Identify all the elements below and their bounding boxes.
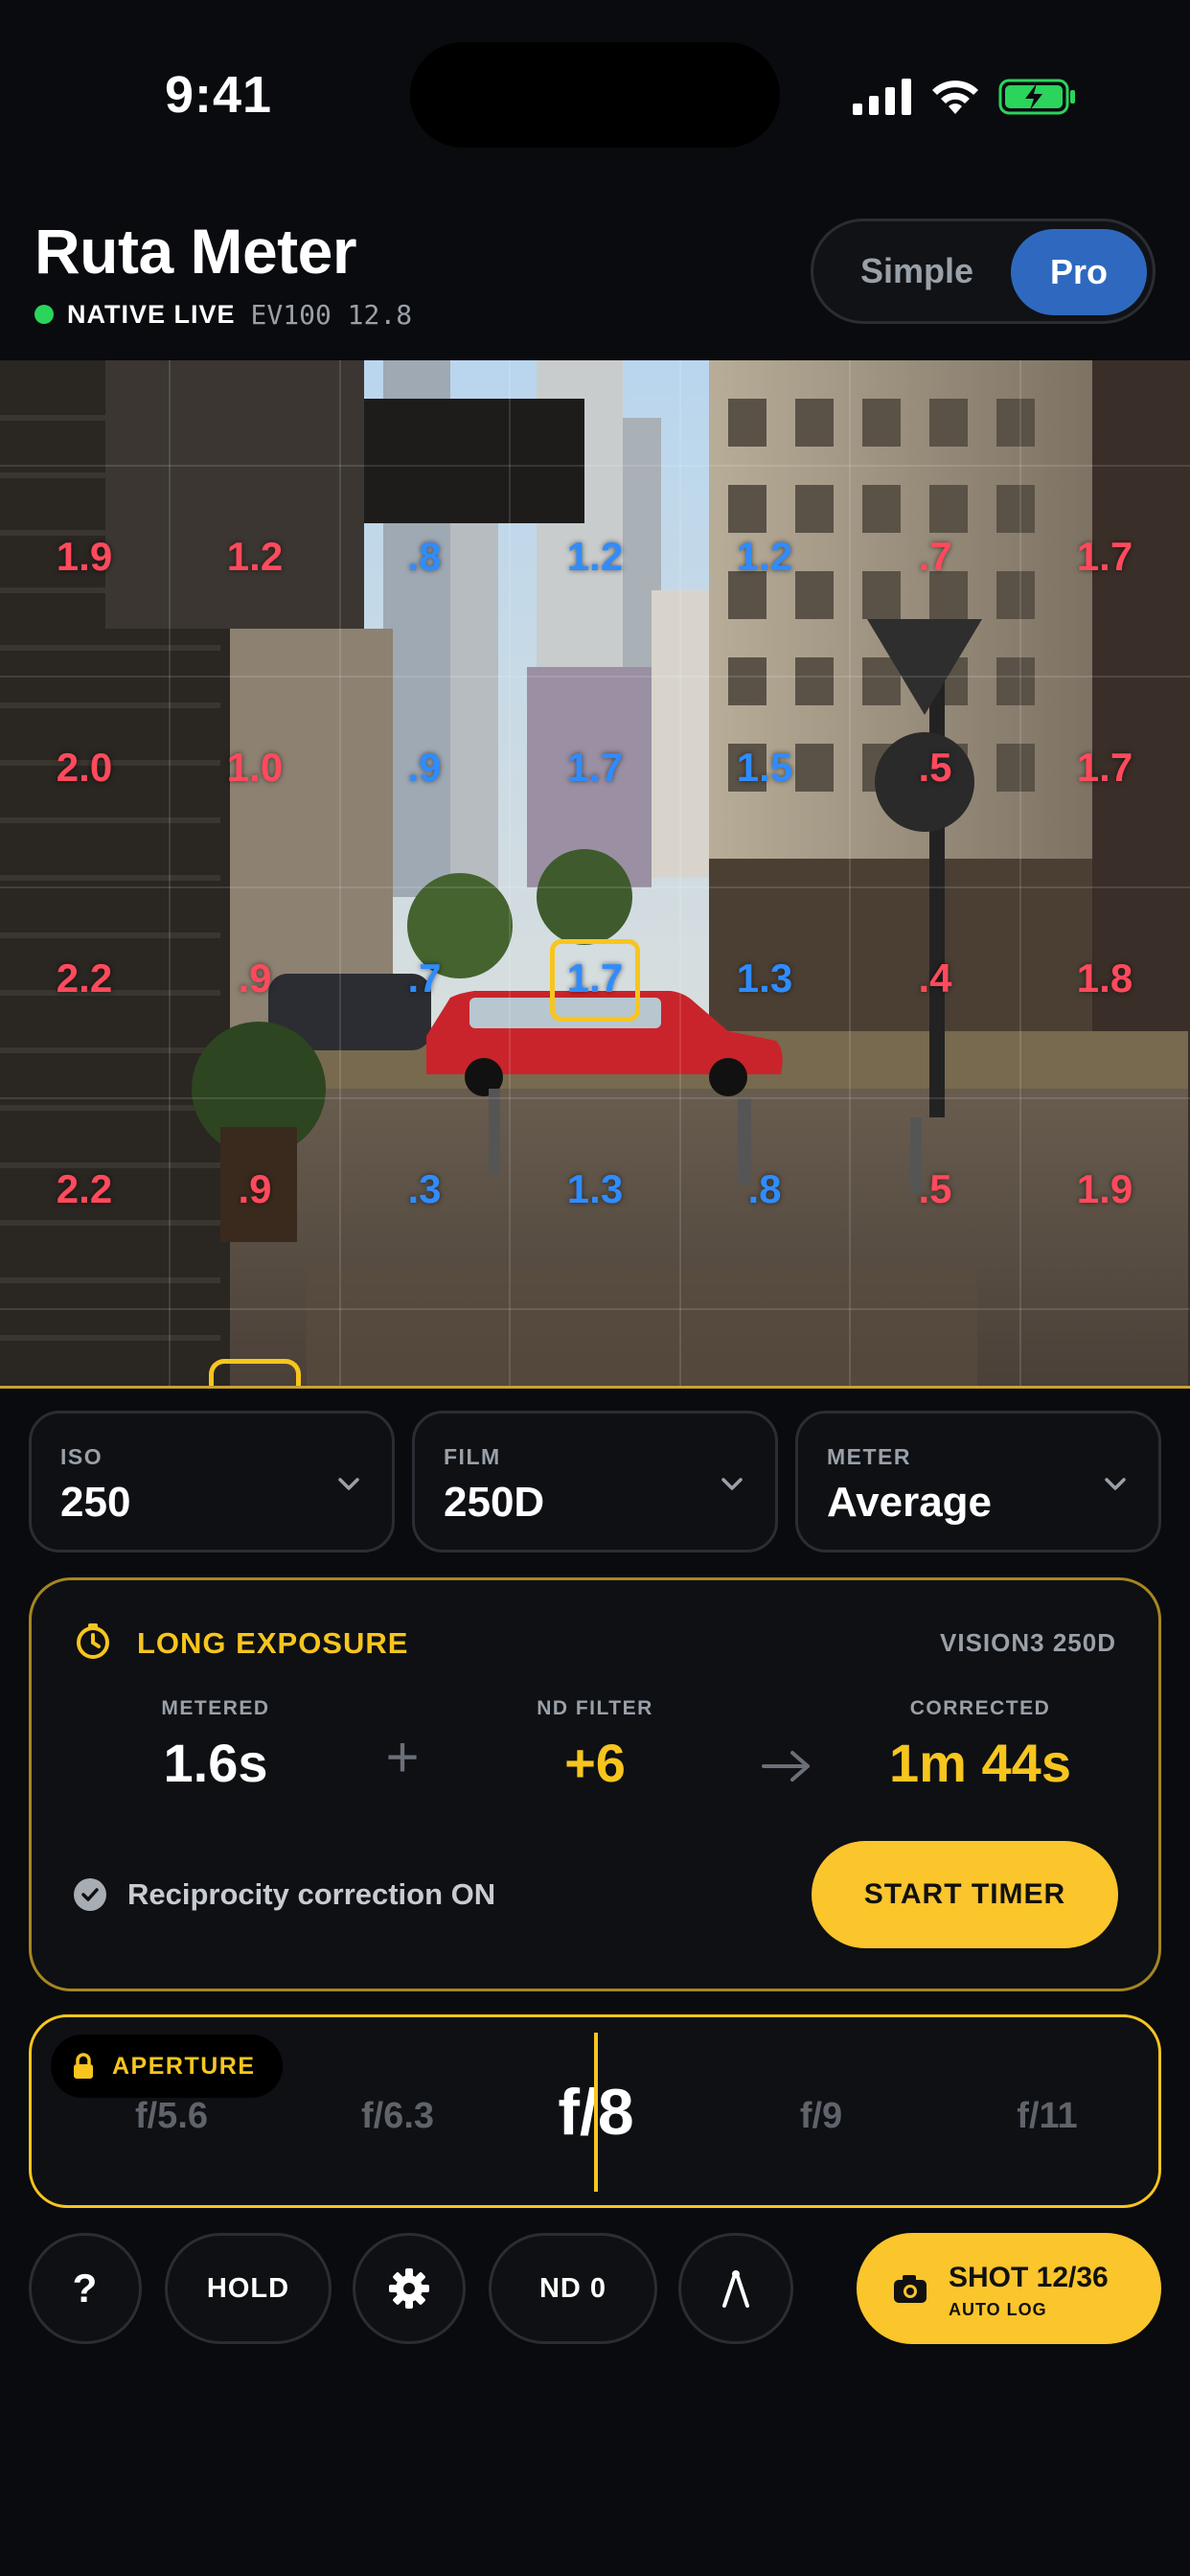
ev-readout: EV100 12.8 — [250, 298, 413, 331]
gear-icon — [389, 2268, 429, 2309]
ev-zone-value: 1.3 — [566, 1166, 624, 1211]
ev-zone-value: 1.7 — [1076, 745, 1133, 790]
aperture-stop[interactable]: f/5.6 — [76, 2096, 267, 2137]
chevron-down-icon — [721, 1478, 743, 1490]
ev-zone-value: .8 — [407, 534, 442, 579]
dynamic-island — [410, 42, 780, 148]
ev-zone-value: .3 — [407, 1166, 442, 1211]
ev-zone-value: .7 — [918, 534, 952, 579]
app-title: Ruta Meter — [34, 216, 357, 287]
ev-zone-value: 1.3 — [736, 955, 793, 1000]
iso-selector[interactable]: ISO 250 — [29, 1411, 395, 1552]
camera-icon — [894, 2275, 927, 2303]
ev-zone-value: .4 — [918, 955, 952, 1000]
ev-zone-value: 2.2 — [56, 1166, 113, 1211]
long-exposure-title: LONG EXPOSURE — [137, 1626, 409, 1660]
nd-filter-label: ND FILTER — [537, 1697, 653, 1719]
ev-zone-value: 1.7 — [1076, 534, 1133, 579]
wifi-icon — [932, 80, 978, 114]
ev-zone-value: 2.0 — [56, 745, 113, 790]
chevron-down-icon — [338, 1478, 359, 1490]
aperture-badge-label: APERTURE — [112, 2052, 256, 2080]
meter-label: METER — [827, 1444, 911, 1469]
meter-grid-lines — [0, 360, 1190, 1388]
ev-zone-value: .5 — [918, 1166, 952, 1211]
ev-zone-value: 1.2 — [566, 534, 624, 579]
mode-simple-option[interactable]: Simple — [840, 221, 994, 321]
nd-filter-value: +6 — [564, 1733, 626, 1793]
ev-zone-value: .5 — [918, 745, 952, 790]
check-circle-icon — [74, 1878, 106, 1911]
focus-marker — [209, 1359, 301, 1388]
aperture-dial[interactable]: f/5.6 f/6.3 f/8 f/9 f/11 APERTURE — [29, 2014, 1161, 2208]
corrected-value: 1m 44s — [889, 1733, 1071, 1793]
iso-value: 250 — [60, 1479, 131, 1526]
ev-zone-value: 1.9 — [1076, 1166, 1133, 1211]
status-bar: 9:41 — [0, 0, 1190, 192]
help-button[interactable]: ? — [29, 2233, 142, 2344]
status-time: 9:41 — [165, 66, 273, 124]
aperture-stop[interactable]: f/11 — [951, 2096, 1143, 2137]
ev-zone-value: .7 — [407, 955, 442, 1000]
shot-log-button[interactable]: SHOT 12/36 AUTO LOG — [857, 2233, 1161, 2344]
film-label: FILM — [444, 1444, 501, 1469]
meter-value: Average — [827, 1479, 993, 1526]
live-label: NATIVE LIVE — [67, 299, 236, 329]
battery-charging-icon — [998, 79, 1075, 115]
ev-zone-value: 1.8 — [1076, 955, 1133, 1000]
arrow-right-icon — [762, 1751, 810, 1782]
ev-zone-value: .9 — [238, 955, 272, 1000]
spot-meter-marker[interactable] — [550, 939, 640, 1022]
film-value: 250D — [444, 1479, 545, 1526]
shot-counter: SHOT 12/36 — [949, 2262, 1109, 2293]
signal-icon — [853, 79, 911, 115]
ev-zone-value: .8 — [747, 1166, 782, 1211]
plus-icon: + — [385, 1725, 420, 1789]
long-exposure-card: LONG EXPOSURE VISION3 250D METERED 1.6s … — [29, 1577, 1161, 1991]
meter-mode-selector[interactable]: METER Average — [795, 1411, 1161, 1552]
ev-zone-value: 1.0 — [226, 745, 284, 790]
ev-zone-value: 1.9 — [56, 534, 113, 579]
lock-icon — [74, 2053, 93, 2079]
aperture-needle — [594, 2033, 598, 2192]
iso-label: ISO — [60, 1444, 103, 1469]
ev-zone-value: .9 — [238, 1166, 272, 1211]
camera-viewfinder[interactable]: 1.9 1.2 .8 1.2 1.2 .7 1.7 2.0 1.0 .9 1.7 1.5 .5 1.7 2.… — [0, 360, 1190, 1388]
ev-zone-value: 2.2 — [56, 955, 113, 1000]
reciprocity-text: Reciprocity correction ON — [127, 1877, 496, 1911]
film-selector[interactable]: FILM 250D — [412, 1411, 778, 1552]
settings-button[interactable] — [353, 2233, 466, 2344]
compass-button[interactable] — [678, 2233, 793, 2344]
film-stock-name: VISION3 250D — [940, 1628, 1116, 1657]
status-icons — [853, 73, 1077, 121]
corrected-label: CORRECTED — [909, 1697, 1051, 1719]
hold-button[interactable]: HOLD — [165, 2233, 332, 2344]
aperture-stop[interactable]: f/6.3 — [302, 2096, 493, 2137]
timer-icon — [77, 1623, 109, 1659]
metered-metric: METERED 1.6s — [101, 1697, 331, 1794]
reciprocity-status: Reciprocity correction ON — [74, 1877, 495, 1912]
aperture-lock-badge[interactable]: APERTURE — [51, 2035, 283, 2098]
aperture-stop[interactable]: f/9 — [725, 2096, 917, 2137]
compass-icon — [722, 2270, 749, 2308]
start-timer-button[interactable]: START TIMER — [812, 1841, 1118, 1948]
mode-toggle[interactable]: Simple Pro — [811, 218, 1156, 324]
ev-zone-value: .9 — [407, 745, 442, 790]
nd-filter-button[interactable]: ND 0 — [489, 2233, 657, 2344]
metered-value: 1.6s — [163, 1733, 268, 1793]
live-status: NATIVE LIVE EV100 12.8 — [34, 297, 412, 332]
chevron-down-icon — [1105, 1478, 1126, 1490]
ev-zone-value: 1.7 — [566, 745, 624, 790]
ev-zone-value: 1.2 — [226, 534, 284, 579]
corrected-metric: CORRECTED 1m 44s — [865, 1697, 1095, 1794]
ev-zone-value: 1.5 — [736, 745, 793, 790]
auto-log-label: AUTO LOG — [949, 2300, 1047, 2319]
ev-zone-value: 1.2 — [736, 534, 793, 579]
viewfinder-divider — [0, 1386, 1190, 1389]
nd-filter-metric: ND FILTER +6 — [480, 1697, 710, 1794]
mode-pro-option[interactable]: Pro — [1011, 229, 1147, 315]
live-indicator-dot — [34, 305, 54, 324]
metered-label: METERED — [161, 1697, 270, 1719]
